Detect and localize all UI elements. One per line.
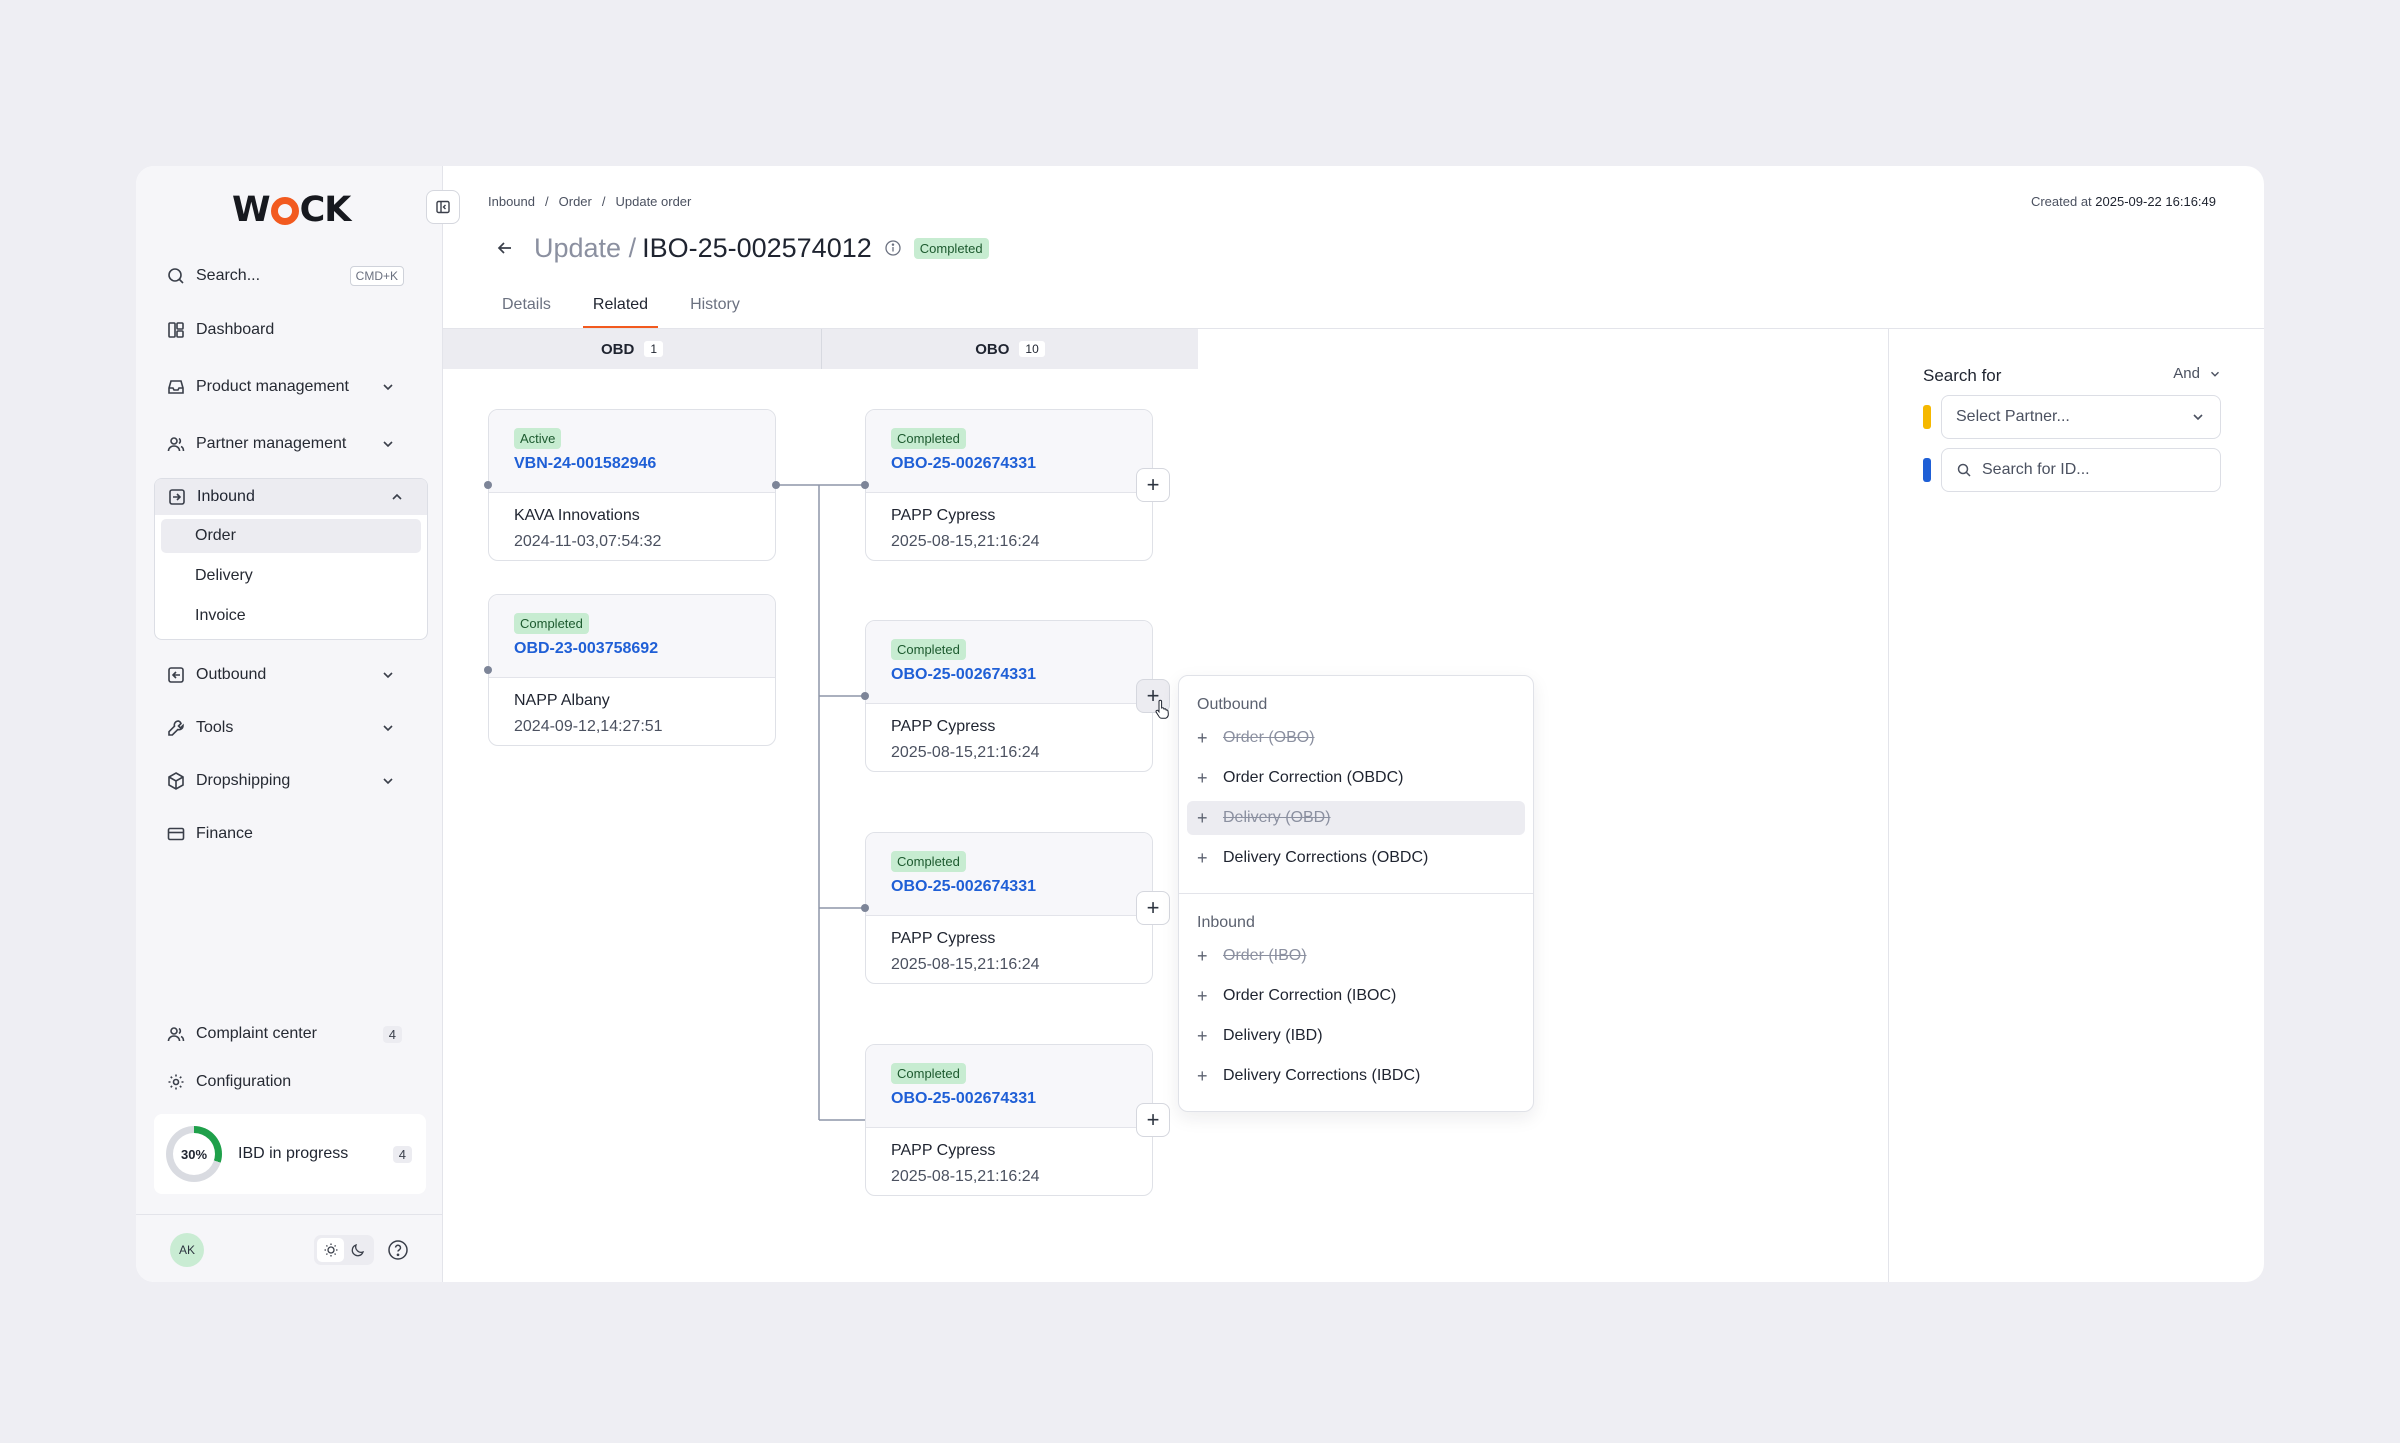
status-badge: Completed	[514, 613, 589, 634]
id-search-placeholder: Search for ID...	[1982, 461, 2090, 478]
related-card-obo[interactable]: Completed OBO-25-002674331 PAPP Cypress …	[865, 409, 1153, 561]
record-id-link[interactable]: VBN-24-001582946	[514, 455, 775, 473]
record-date: 2025-08-15,21:16:24	[891, 956, 1040, 973]
partner-filter-color	[1923, 405, 1931, 429]
plus-icon: +	[1197, 807, 1208, 828]
menu-item-delivery-obd: + Delivery (OBD)	[1187, 801, 1525, 835]
status-badge: Active	[514, 428, 562, 449]
partner-name: PAPP Cypress	[891, 1142, 996, 1159]
search-icon	[1957, 463, 1971, 477]
record-date: 2025-08-15,21:16:24	[891, 533, 1040, 550]
plus-icon: +	[1197, 945, 1208, 966]
menu-item-order-correction-obdc[interactable]: + Order Correction (OBDC)	[1187, 761, 1525, 795]
connector-dot	[861, 481, 869, 489]
plus-icon: +	[1197, 1025, 1208, 1046]
related-card-obo[interactable]: Completed OBO-25-002674331 PAPP Cypress …	[865, 1044, 1153, 1196]
plus-icon: +	[1197, 985, 1208, 1006]
chevron-down-icon	[2211, 371, 2219, 377]
id-search-input[interactable]: Search for ID...	[1941, 448, 2221, 492]
partner-select-placeholder: Select Partner...	[1956, 408, 2070, 425]
filter-title: Search for	[1923, 366, 2002, 385]
menu-divider	[1179, 893, 1533, 894]
add-relation-button[interactable]: +	[1136, 468, 1170, 502]
menu-item-order-obo: + Order (OBO)	[1197, 727, 1315, 748]
id-filter-color	[1923, 458, 1931, 482]
record-date: 2025-08-15,21:16:24	[891, 1168, 1040, 1185]
partner-select[interactable]: Select Partner...	[1941, 395, 2221, 439]
connector-dot	[861, 904, 869, 912]
filter-operator-value: And	[2173, 365, 2200, 382]
menu-item-delivery-ibd[interactable]: + Delivery (IBD)	[1187, 1019, 1525, 1053]
related-card-obo[interactable]: Completed OBO-25-002674331 PAPP Cypress …	[865, 832, 1153, 984]
record-date: 2025-08-15,21:16:24	[891, 744, 1040, 761]
connector-dot	[484, 481, 492, 489]
filter-operator-select[interactable]: And	[2173, 365, 2222, 382]
plus-icon: +	[1197, 1065, 1208, 1086]
status-badge: Completed	[891, 639, 966, 660]
sidebar-toggle-icon	[436, 200, 450, 214]
app-window: W CK Search... CMD+K Dashboard Product ma…	[136, 166, 2264, 1282]
connector-dot	[484, 666, 492, 674]
filter-panel: Search for And Select Partner... Search …	[1888, 329, 2264, 1282]
menu-item-order-correction-iboc[interactable]: + Order Correction (IBOC)	[1187, 979, 1525, 1013]
record-id-link[interactable]: OBO-25-002674331	[891, 455, 1152, 473]
record-id-link[interactable]: OBD-23-003758692	[514, 640, 775, 658]
menu-group-outbound: Outbound	[1197, 696, 1268, 713]
related-card-obd[interactable]: Active VBN-24-001582946 KAVA Innovations…	[488, 409, 776, 561]
collapse-sidebar-button[interactable]	[426, 190, 460, 224]
status-badge: Completed	[891, 428, 966, 449]
record-date: 2024-11-03,07:54:32	[514, 533, 662, 550]
menu-item-order-ibo: + Order (IBO)	[1197, 945, 1307, 966]
connector-dot	[861, 692, 869, 700]
plus-icon: +	[1197, 727, 1208, 748]
partner-name: PAPP Cypress	[891, 930, 996, 947]
cursor-hand-icon	[1155, 699, 1169, 719]
record-id-link[interactable]: OBO-25-002674331	[891, 878, 1152, 896]
related-card-obd[interactable]: Completed OBD-23-003758692 NAPP Albany 2…	[488, 594, 776, 746]
status-badge: Completed	[891, 851, 966, 872]
record-id-link[interactable]: OBO-25-002674331	[891, 1090, 1152, 1108]
connector-dot	[772, 481, 780, 489]
menu-item-delivery-corrections-obdc[interactable]: + Delivery Corrections (OBDC)	[1187, 841, 1525, 875]
partner-name: PAPP Cypress	[891, 718, 996, 735]
record-id-link[interactable]: OBO-25-002674331	[891, 666, 1152, 684]
plus-icon: +	[1197, 767, 1208, 788]
add-relation-button[interactable]: +	[1136, 1103, 1170, 1137]
menu-group-inbound: Inbound	[1197, 914, 1255, 931]
related-card-obo[interactable]: Completed OBO-25-002674331 PAPP Cypress …	[865, 620, 1153, 772]
menu-item-delivery-corrections-ibdc[interactable]: + Delivery Corrections (IBDC)	[1187, 1059, 1525, 1093]
partner-name: PAPP Cypress	[891, 507, 996, 524]
partner-name: NAPP Albany	[514, 692, 610, 709]
plus-icon: +	[1197, 847, 1208, 868]
status-badge: Completed	[891, 1063, 966, 1084]
add-relation-button[interactable]: +	[1136, 891, 1170, 925]
chevron-down-icon	[2193, 414, 2203, 421]
record-date: 2024-09-12,14:27:51	[514, 718, 663, 735]
partner-name: KAVA Innovations	[514, 507, 640, 524]
add-relation-menu: Outbound + Order (OBO) + Order Correction …	[1178, 675, 1534, 1112]
